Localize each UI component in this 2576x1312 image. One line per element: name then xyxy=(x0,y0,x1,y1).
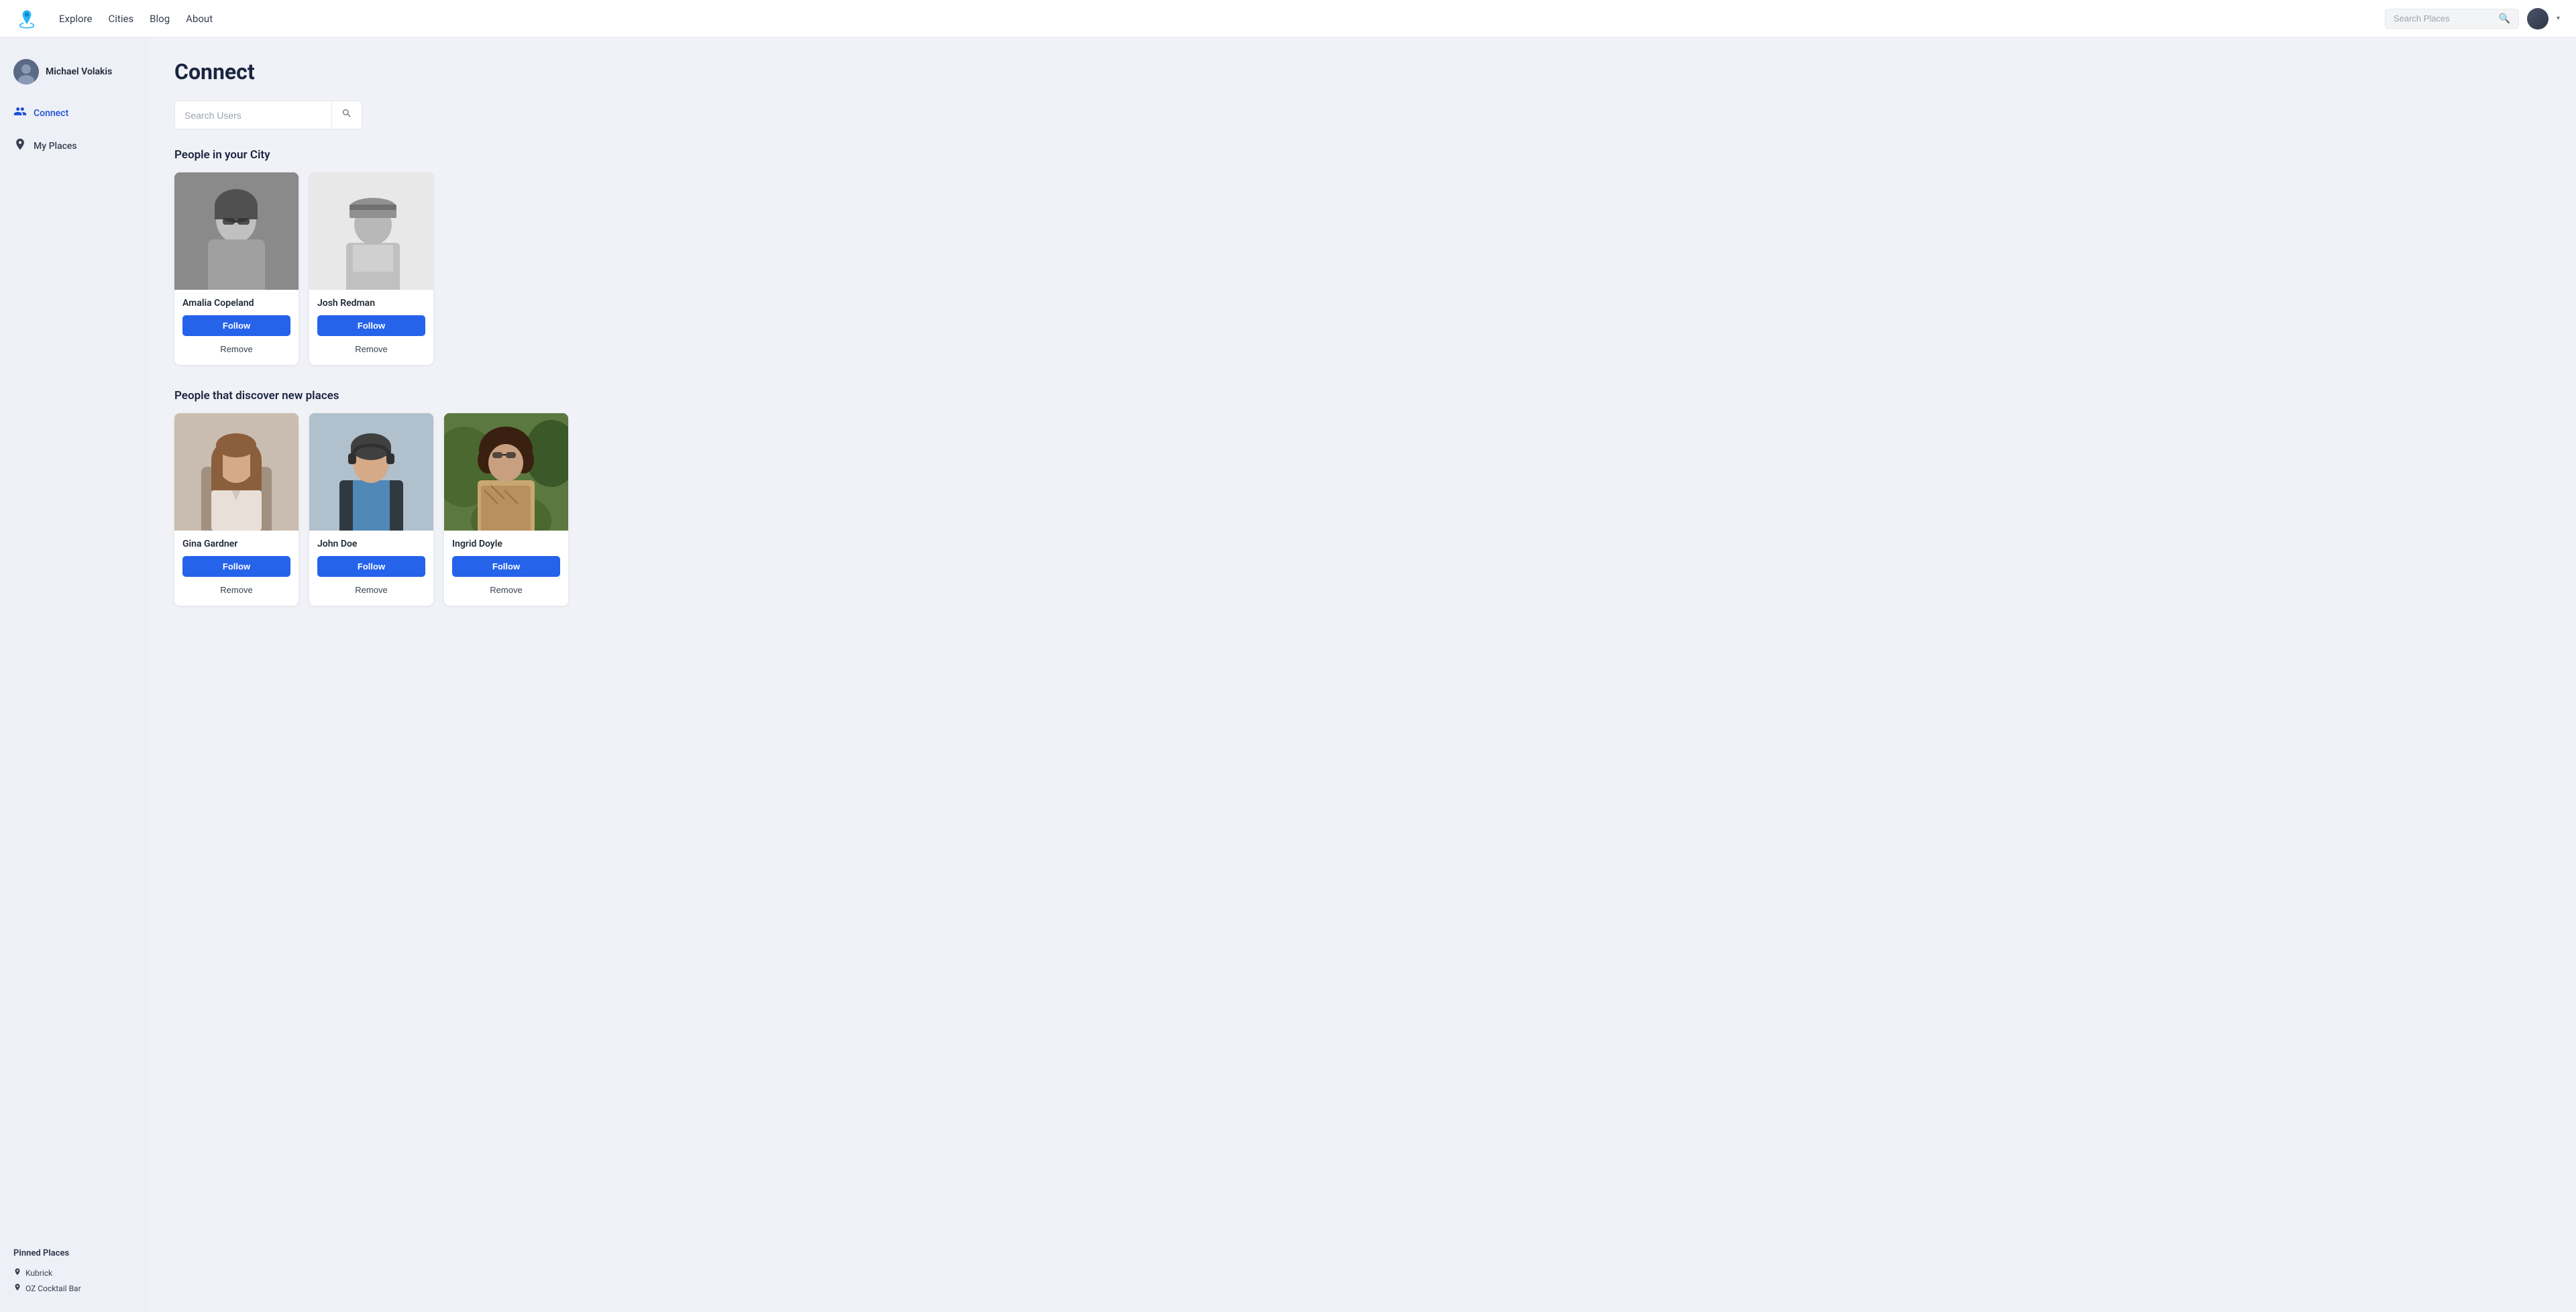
sidebar-item-connect[interactable]: Connect xyxy=(0,98,148,128)
person-name-ingrid: Ingrid Doyle xyxy=(452,539,560,549)
city-section: People in your City xyxy=(174,148,2549,365)
main-content: Connect People in your City xyxy=(148,38,2576,1312)
person-name-gina: Gina Gardner xyxy=(182,539,290,549)
person-info-ingrid: Ingrid Doyle Follow Remove xyxy=(444,531,568,606)
sidebar-item-my-places-label: My Places xyxy=(34,141,77,152)
nav-right: 🔍 ▾ xyxy=(2385,8,2560,30)
pinned-place-oz-label: OZ Cocktail Bar xyxy=(25,1284,81,1293)
nav-link-about[interactable]: About xyxy=(186,10,213,28)
follow-button-josh[interactable]: Follow xyxy=(317,315,425,336)
person-name-josh: Josh Redman xyxy=(317,298,425,309)
person-card-gina: Gina Gardner Follow Remove xyxy=(174,413,299,606)
pinned-places-section: Pinned Places Kubrick OZ Cocktail Bar xyxy=(0,1235,148,1296)
sidebar-item-connect-label: Connect xyxy=(34,108,68,119)
search-places-bar: 🔍 xyxy=(2385,9,2519,29)
person-card-ingrid: Ingrid Doyle Follow Remove xyxy=(444,413,568,606)
discover-section: People that discover new places xyxy=(174,389,2549,606)
sidebar: Michael Volakis Connect My Places xyxy=(0,38,148,1312)
nav-links: Explore Cities Blog About xyxy=(59,10,2363,28)
search-users-input[interactable] xyxy=(175,103,331,127)
avatar-image xyxy=(2527,8,2548,30)
remove-button-gina[interactable]: Remove xyxy=(182,582,290,598)
remove-button-amalia[interactable]: Remove xyxy=(182,341,290,357)
person-photo-john xyxy=(309,413,433,531)
person-info-josh: Josh Redman Follow Remove xyxy=(309,290,433,365)
search-users-icon xyxy=(341,108,352,122)
search-users-button[interactable] xyxy=(331,101,362,129)
sidebar-item-my-places[interactable]: My Places xyxy=(0,131,148,161)
discover-people-grid: Gina Gardner Follow Remove xyxy=(174,413,2549,606)
nav-logo[interactable] xyxy=(16,8,38,30)
follow-button-ingrid[interactable]: Follow xyxy=(452,556,560,577)
nav-link-explore[interactable]: Explore xyxy=(59,10,93,28)
nav-link-cities[interactable]: Cities xyxy=(109,10,134,28)
follow-button-gina[interactable]: Follow xyxy=(182,556,290,577)
sidebar-username: Michael Volakis xyxy=(46,66,112,77)
navbar: Explore Cities Blog About 🔍 ▾ xyxy=(0,0,2576,38)
pinned-place-oz-cocktail[interactable]: OZ Cocktail Bar xyxy=(13,1280,134,1296)
search-places-input[interactable] xyxy=(2394,13,2493,23)
search-places-icon: 🔍 xyxy=(2499,13,2510,24)
pinned-places-title: Pinned Places xyxy=(13,1248,134,1258)
sidebar-avatar[interactable] xyxy=(13,59,39,85)
city-section-title: People in your City xyxy=(174,148,2549,162)
remove-button-josh[interactable]: Remove xyxy=(317,341,425,357)
discover-section-title: People that discover new places xyxy=(174,389,2549,402)
person-photo-amalia xyxy=(174,172,299,290)
person-card-amalia: Amalia Copeland Follow Remove xyxy=(174,172,299,365)
person-name-john: John Doe xyxy=(317,539,425,549)
person-name-amalia: Amalia Copeland xyxy=(182,298,290,309)
person-info-john: John Doe Follow Remove xyxy=(309,531,433,606)
sidebar-nav: Connect My Places xyxy=(0,98,148,1235)
pin-icon-oz xyxy=(13,1283,21,1293)
page-title: Connect xyxy=(174,59,2549,85)
city-people-grid: Amalia Copeland Follow Remove xyxy=(174,172,2549,365)
avatar[interactable] xyxy=(2527,8,2548,30)
person-photo-josh xyxy=(309,172,433,290)
follow-button-amalia[interactable]: Follow xyxy=(182,315,290,336)
nav-link-blog[interactable]: Blog xyxy=(150,10,170,28)
my-places-icon xyxy=(13,138,27,154)
person-photo-gina xyxy=(174,413,299,531)
pin-icon-kubrick xyxy=(13,1268,21,1278)
person-card-john: John Doe Follow Remove xyxy=(309,413,433,606)
avatar-dropdown-icon[interactable]: ▾ xyxy=(2557,15,2560,22)
pinned-place-kubrick[interactable]: Kubrick xyxy=(13,1265,134,1280)
person-info-amalia: Amalia Copeland Follow Remove xyxy=(174,290,299,365)
layout: Michael Volakis Connect My Places xyxy=(0,0,2576,1312)
pinned-place-kubrick-label: Kubrick xyxy=(25,1268,52,1278)
connect-icon xyxy=(13,105,27,121)
follow-button-john[interactable]: Follow xyxy=(317,556,425,577)
person-photo-ingrid xyxy=(444,413,568,531)
sidebar-user: Michael Volakis xyxy=(0,54,148,98)
search-users-bar xyxy=(174,101,362,129)
person-card-josh: Josh Redman Follow Remove xyxy=(309,172,433,365)
remove-button-ingrid[interactable]: Remove xyxy=(452,582,560,598)
person-info-gina: Gina Gardner Follow Remove xyxy=(174,531,299,606)
remove-button-john[interactable]: Remove xyxy=(317,582,425,598)
